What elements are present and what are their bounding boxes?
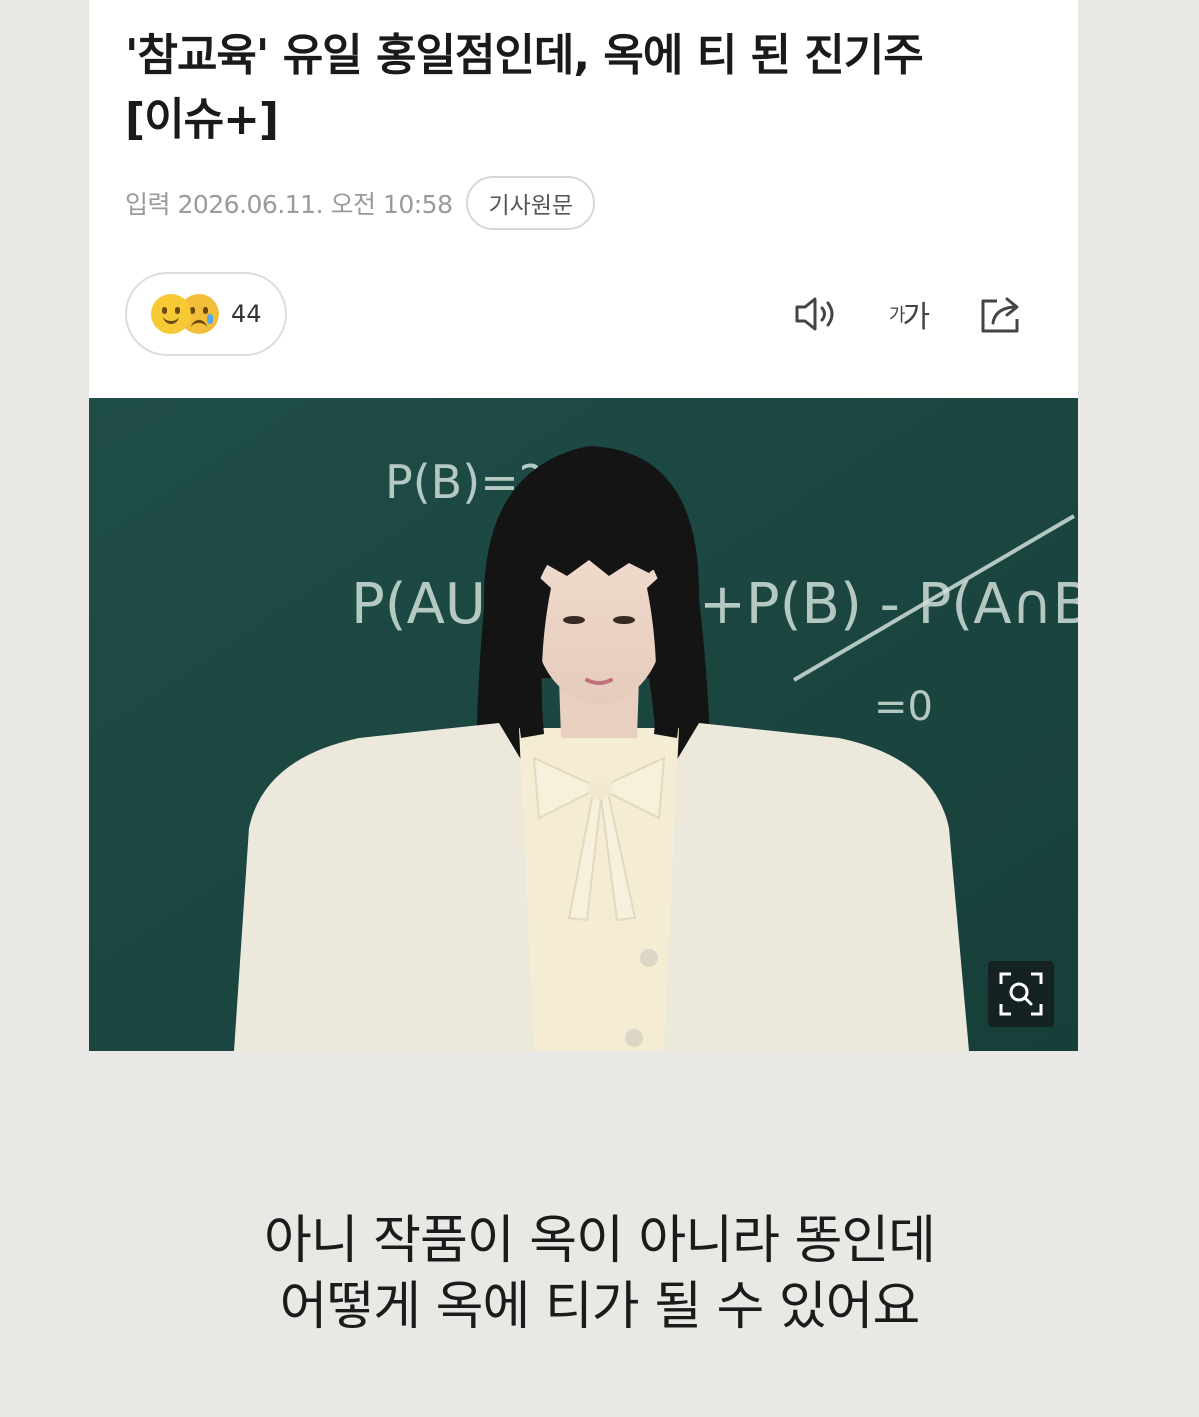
- smile-emoji-icon: [151, 294, 191, 334]
- speaker-icon[interactable]: [792, 290, 840, 338]
- font-tool-small: 가: [888, 305, 905, 326]
- article-toolbar: 가가: [792, 290, 1024, 338]
- publish-date: 입력 2026.06.11. 오전 10:58: [125, 190, 453, 219]
- font-tool-large: 가: [902, 300, 930, 335]
- chalk-eq-2: P(AU: [351, 572, 486, 637]
- caption-line-2: 어떻게 옥에 티가 될 수 있어요: [279, 1277, 921, 1337]
- chalk-eq-4: =0: [874, 684, 933, 730]
- article-header-card: '참교육' 유일 홍일점인데, 옥에 티 된 진기주 [이슈+] 입력 2026…: [89, 0, 1078, 398]
- article-headline: '참교육' 유일 홍일점인데, 옥에 티 된 진기주 [이슈+]: [125, 24, 1055, 152]
- article-photo[interactable]: P(B)=? P(AU +P(B) - P(A∩B) =0: [89, 398, 1078, 1051]
- caption-line-1: 아니 작품이 옥이 아니라 똥인데: [263, 1211, 936, 1271]
- article-meta: 입력 2026.06.11. 오전 10:58 기사원문: [125, 176, 596, 230]
- zoom-icon[interactable]: [988, 961, 1054, 1027]
- comment-caption: 아니 작품이 옥이 아니라 똥인데 어떻게 옥에 티가 될 수 있어요: [0, 1208, 1199, 1340]
- reaction-button[interactable]: 44: [125, 272, 287, 356]
- original-article-button[interactable]: 기사원문: [466, 176, 596, 230]
- headline-line-2: [이슈+]: [125, 94, 279, 145]
- font-size-icon[interactable]: 가가: [884, 290, 932, 338]
- chalk-eq-3: +P(B) - P(A∩B): [699, 572, 1078, 637]
- headline-line-1: '참교육' 유일 홍일점인데, 옥에 티 된 진기주: [125, 30, 924, 81]
- chalkboard-portrait-image: P(B)=? P(AU +P(B) - P(A∩B) =0: [89, 398, 1078, 1051]
- share-icon[interactable]: [976, 290, 1024, 338]
- reaction-count: 44: [231, 300, 262, 328]
